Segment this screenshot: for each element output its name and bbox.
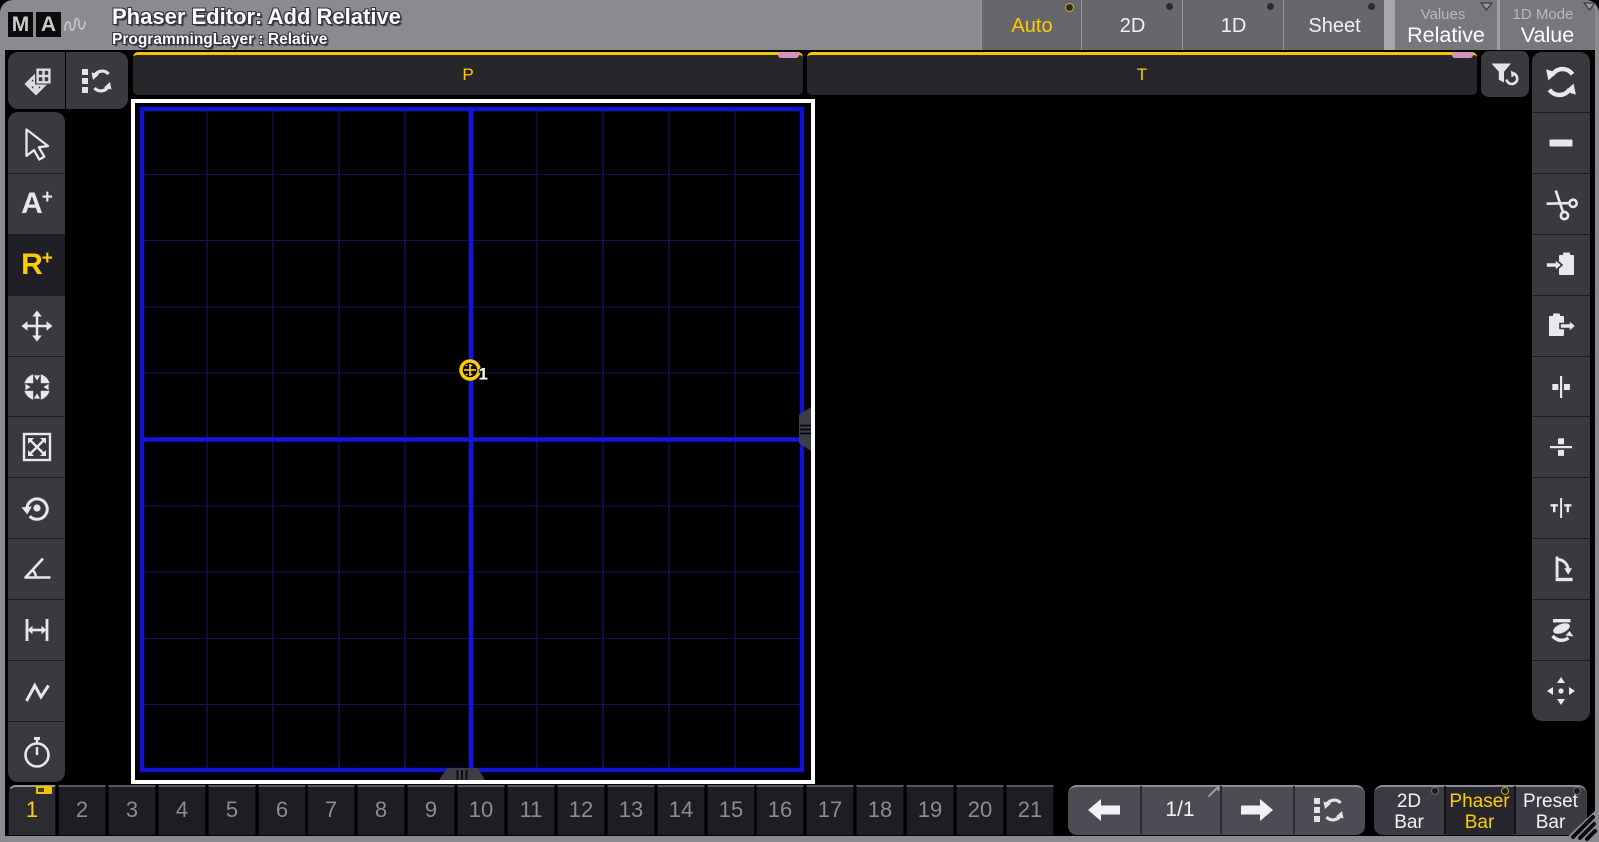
svg-text:1: 1	[479, 365, 488, 384]
